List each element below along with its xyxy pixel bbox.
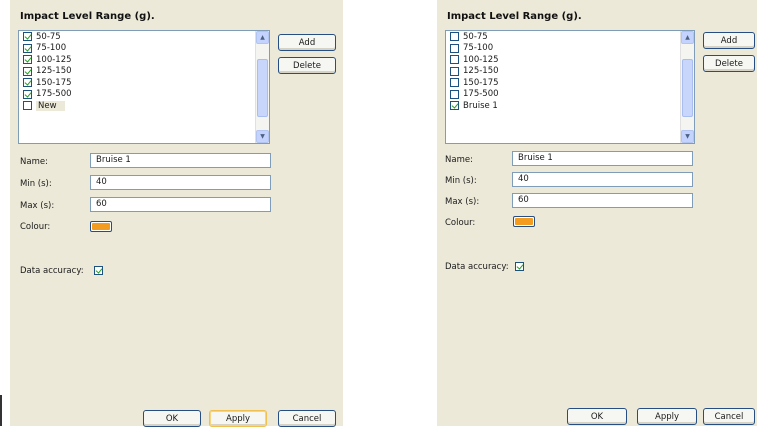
range-listbox[interactable]: 50-75 75-100 100-125 125-150 150-175 175… xyxy=(445,30,695,144)
list-item[interactable]: 150-175 xyxy=(19,77,269,89)
range-label: 175-500 xyxy=(463,89,499,100)
list-item[interactable]: 75-100 xyxy=(19,43,269,55)
name-input[interactable]: Bruise 1 xyxy=(90,153,271,168)
range-checkbox[interactable] xyxy=(23,55,32,65)
impact-range-dialog-left: Impact Level Range (g). 50-75 75-100 100… xyxy=(10,0,343,427)
delete-button[interactable]: Delete xyxy=(278,57,336,74)
min-label: Min (s): xyxy=(20,179,52,189)
max-label: Max (s): xyxy=(20,201,55,211)
list-item[interactable]: 150-175 xyxy=(446,77,694,89)
list-item[interactable]: New xyxy=(19,100,269,112)
ok-button[interactable]: OK xyxy=(143,410,201,427)
range-checkbox[interactable] xyxy=(450,32,459,42)
range-checkbox[interactable] xyxy=(450,78,459,88)
range-label: Bruise 1 xyxy=(463,100,498,111)
range-label: 125-150 xyxy=(463,66,499,77)
data-accuracy-checkbox[interactable] xyxy=(94,266,103,275)
list-item[interactable]: Bruise 1 xyxy=(446,100,694,112)
range-label: 50-75 xyxy=(463,31,488,42)
range-checkbox[interactable] xyxy=(450,89,459,99)
colour-label: Colour: xyxy=(445,218,476,228)
range-checkbox[interactable] xyxy=(23,89,32,99)
name-label: Name: xyxy=(445,155,473,165)
cancel-button[interactable]: Cancel xyxy=(703,408,755,425)
range-checkbox[interactable] xyxy=(450,101,459,111)
list-item[interactable]: 100-125 xyxy=(19,54,269,66)
range-label: 75-100 xyxy=(463,43,494,54)
list-item[interactable]: 75-100 xyxy=(446,43,694,55)
range-label: 125-150 xyxy=(36,66,72,77)
delete-button[interactable]: Delete xyxy=(703,55,755,72)
min-input[interactable]: 40 xyxy=(512,172,693,187)
range-label: New xyxy=(36,100,65,111)
list-scrollbar[interactable]: ▲ ▼ xyxy=(680,31,694,143)
range-checkbox[interactable] xyxy=(450,66,459,76)
max-label: Max (s): xyxy=(445,197,480,207)
window-edge xyxy=(0,395,2,426)
range-label: 100-125 xyxy=(463,54,499,65)
name-input[interactable]: Bruise 1 xyxy=(512,151,693,166)
max-input[interactable]: 60 xyxy=(90,197,271,212)
colour-label: Colour: xyxy=(20,222,51,232)
range-checkbox[interactable] xyxy=(23,32,32,42)
scroll-down-icon[interactable]: ▼ xyxy=(256,130,269,143)
list-item[interactable]: 50-75 xyxy=(19,31,269,43)
scroll-thumb[interactable] xyxy=(257,59,268,117)
list-item[interactable]: 125-150 xyxy=(19,66,269,78)
range-label: 50-75 xyxy=(36,31,61,42)
scroll-up-icon[interactable]: ▲ xyxy=(256,31,269,44)
impact-range-dialog-right: Impact Level Range (g). 50-75 75-100 100… xyxy=(437,0,757,426)
scroll-up-icon[interactable]: ▲ xyxy=(681,31,694,44)
colour-swatch xyxy=(92,223,110,230)
colour-swatch xyxy=(515,218,533,225)
range-checkbox[interactable] xyxy=(450,55,459,65)
dialog-title: Impact Level Range (g). xyxy=(20,11,155,22)
range-label: 150-175 xyxy=(36,77,72,88)
range-listbox[interactable]: 50-75 75-100 100-125 125-150 150-175 175… xyxy=(18,30,270,144)
range-label: 100-125 xyxy=(36,54,72,65)
max-input[interactable]: 60 xyxy=(512,193,693,208)
range-label: 75-100 xyxy=(36,43,67,54)
ok-button[interactable]: OK xyxy=(567,408,627,425)
range-label: 175-500 xyxy=(36,89,72,100)
list-item[interactable]: 175-500 xyxy=(19,89,269,101)
list-item[interactable]: 175-500 xyxy=(446,89,694,101)
scroll-thumb[interactable] xyxy=(682,59,693,117)
add-button[interactable]: Add xyxy=(278,34,336,51)
min-label: Min (s): xyxy=(445,176,477,186)
list-scrollbar[interactable]: ▲ ▼ xyxy=(255,31,269,143)
min-input[interactable]: 40 xyxy=(90,175,271,190)
data-accuracy-label: Data accuracy: xyxy=(445,262,509,272)
data-accuracy-checkbox[interactable] xyxy=(515,262,524,271)
data-accuracy-label: Data accuracy: xyxy=(20,266,84,276)
range-checkbox[interactable] xyxy=(23,78,32,88)
colour-picker-button[interactable] xyxy=(90,221,112,232)
range-checkbox[interactable] xyxy=(23,43,32,53)
cancel-button[interactable]: Cancel xyxy=(278,410,336,427)
range-checkbox[interactable] xyxy=(450,43,459,53)
apply-button[interactable]: Apply xyxy=(209,410,267,427)
range-checkbox[interactable] xyxy=(23,66,32,76)
name-label: Name: xyxy=(20,157,48,167)
add-button[interactable]: Add xyxy=(703,32,755,49)
colour-picker-button[interactable] xyxy=(513,216,535,227)
scroll-down-icon[interactable]: ▼ xyxy=(681,130,694,143)
apply-button[interactable]: Apply xyxy=(637,408,697,425)
dialog-title: Impact Level Range (g). xyxy=(447,11,582,22)
list-item[interactable]: 100-125 xyxy=(446,54,694,66)
range-checkbox[interactable] xyxy=(23,101,32,111)
list-item[interactable]: 50-75 xyxy=(446,31,694,43)
range-label: 150-175 xyxy=(463,77,499,88)
list-item[interactable]: 125-150 xyxy=(446,66,694,78)
